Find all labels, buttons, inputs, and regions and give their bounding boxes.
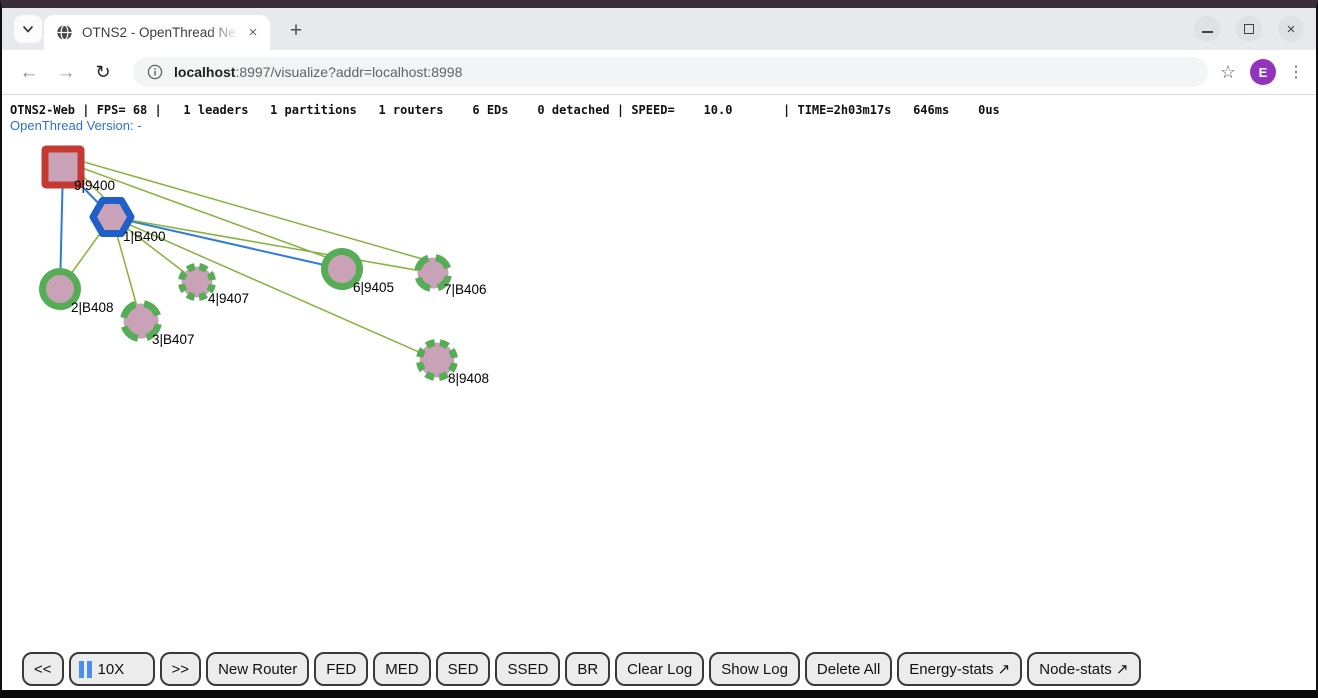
node-stats-button-label: Node-stats ↗ (1039, 660, 1128, 678)
node-label: 4|9407 (208, 291, 249, 306)
delete-all-button[interactable]: Delete All (805, 652, 892, 686)
pause-icon (79, 661, 92, 678)
node-label: 2|B408 (71, 300, 114, 315)
tab-search-button[interactable] (14, 15, 42, 43)
address-bar[interactable]: localhost:8997/visualize?addr=localhost:… (133, 57, 1208, 87)
maximize-icon (1244, 24, 1254, 34)
step-forward-button[interactable]: >> (160, 652, 202, 686)
step-forward-button-label: >> (172, 661, 190, 678)
action-bar: << 10X >> New Router FED MED SED SSED BR Clear Lo… (22, 652, 1141, 686)
close-icon: × (1287, 22, 1296, 37)
fed-button-label: FED (326, 661, 356, 678)
energy-stats-button[interactable]: Energy-stats ↗ (897, 652, 1022, 686)
url-text[interactable]: localhost:8997/visualize?addr=localhost:… (174, 64, 462, 80)
node-label: 1|B400 (123, 229, 166, 244)
info-icon[interactable] (147, 64, 163, 80)
url-path: :8997/visualize?addr=localhost:8998 (235, 64, 462, 80)
window-controls: × (1194, 16, 1304, 42)
network-canvas[interactable]: 9|9400 1|B400 2|B408 3|B407 4|9407 6|9405 7|B4… (2, 95, 1316, 690)
med-button[interactable]: MED (373, 652, 430, 686)
tab-strip: OTNS2 - OpenThread Ne × + × (2, 8, 1316, 50)
globe-favicon-icon (56, 24, 73, 41)
step-back-button-label: << (34, 661, 52, 678)
fed-button[interactable]: FED (314, 652, 368, 686)
node-label: 7|B406 (444, 282, 487, 297)
network-edge (112, 217, 433, 273)
url-host: localhost (174, 64, 235, 80)
sed-button[interactable]: SED (436, 652, 491, 686)
node-label: 9|9400 (74, 178, 115, 193)
back-button[interactable]: ← (16, 59, 42, 85)
forward-button[interactable]: → (53, 59, 79, 85)
energy-stats-button-label: Energy-stats ↗ (909, 660, 1010, 678)
reload-button[interactable]: ↻ (90, 59, 116, 85)
otns-page: OTNS2-Web | FPS= 68 | 1 leaders 1 partit… (2, 95, 1316, 690)
sed-button-label: SED (448, 661, 479, 678)
step-back-button[interactable]: << (22, 652, 64, 686)
browser-menu-icon[interactable]: ⋮ (1288, 62, 1304, 82)
node-stats-button[interactable]: Node-stats ↗ (1027, 652, 1140, 686)
speed-button-label: 10X (98, 661, 125, 678)
browser-toolbar: ← → ↻ localhost:8997/visualize?addr=loca… (2, 50, 1316, 94)
ssed-button[interactable]: SSED (495, 652, 560, 686)
clear-log-button-label: Clear Log (627, 661, 692, 678)
delete-all-button-label: Delete All (817, 661, 880, 678)
speed-button[interactable]: 10X (69, 652, 155, 686)
new-router-button[interactable]: New Router (206, 652, 309, 686)
tab-close-icon[interactable]: × (244, 24, 262, 42)
bookmark-star-icon[interactable]: ☆ (1220, 62, 1236, 83)
new-tab-button[interactable]: + (282, 17, 310, 45)
ssed-button-label: SSED (507, 661, 548, 678)
minimize-icon (1202, 31, 1213, 33)
chevron-down-icon (21, 22, 35, 36)
br-button[interactable]: BR (565, 652, 610, 686)
new-router-button-label: New Router (218, 661, 297, 678)
node-label: 3|B407 (152, 332, 195, 347)
tab-title: OTNS2 - OpenThread Ne (82, 25, 244, 40)
close-button[interactable]: × (1278, 16, 1304, 42)
br-button-label: BR (577, 661, 598, 678)
node-label: 8|9408 (448, 371, 489, 386)
maximize-button[interactable] (1236, 16, 1262, 42)
minimize-button[interactable] (1194, 16, 1220, 42)
profile-avatar[interactable]: E (1250, 59, 1276, 85)
browser-tab[interactable]: OTNS2 - OpenThread Ne × (44, 15, 270, 50)
show-log-button[interactable]: Show Log (709, 652, 800, 686)
clear-log-button[interactable]: Clear Log (615, 652, 704, 686)
node-label: 6|9405 (353, 280, 394, 295)
show-log-button-label: Show Log (721, 661, 788, 678)
med-button-label: MED (385, 661, 418, 678)
browser-window: OTNS2 - OpenThread Ne × + × ← → ↻ localh… (0, 0, 1318, 698)
